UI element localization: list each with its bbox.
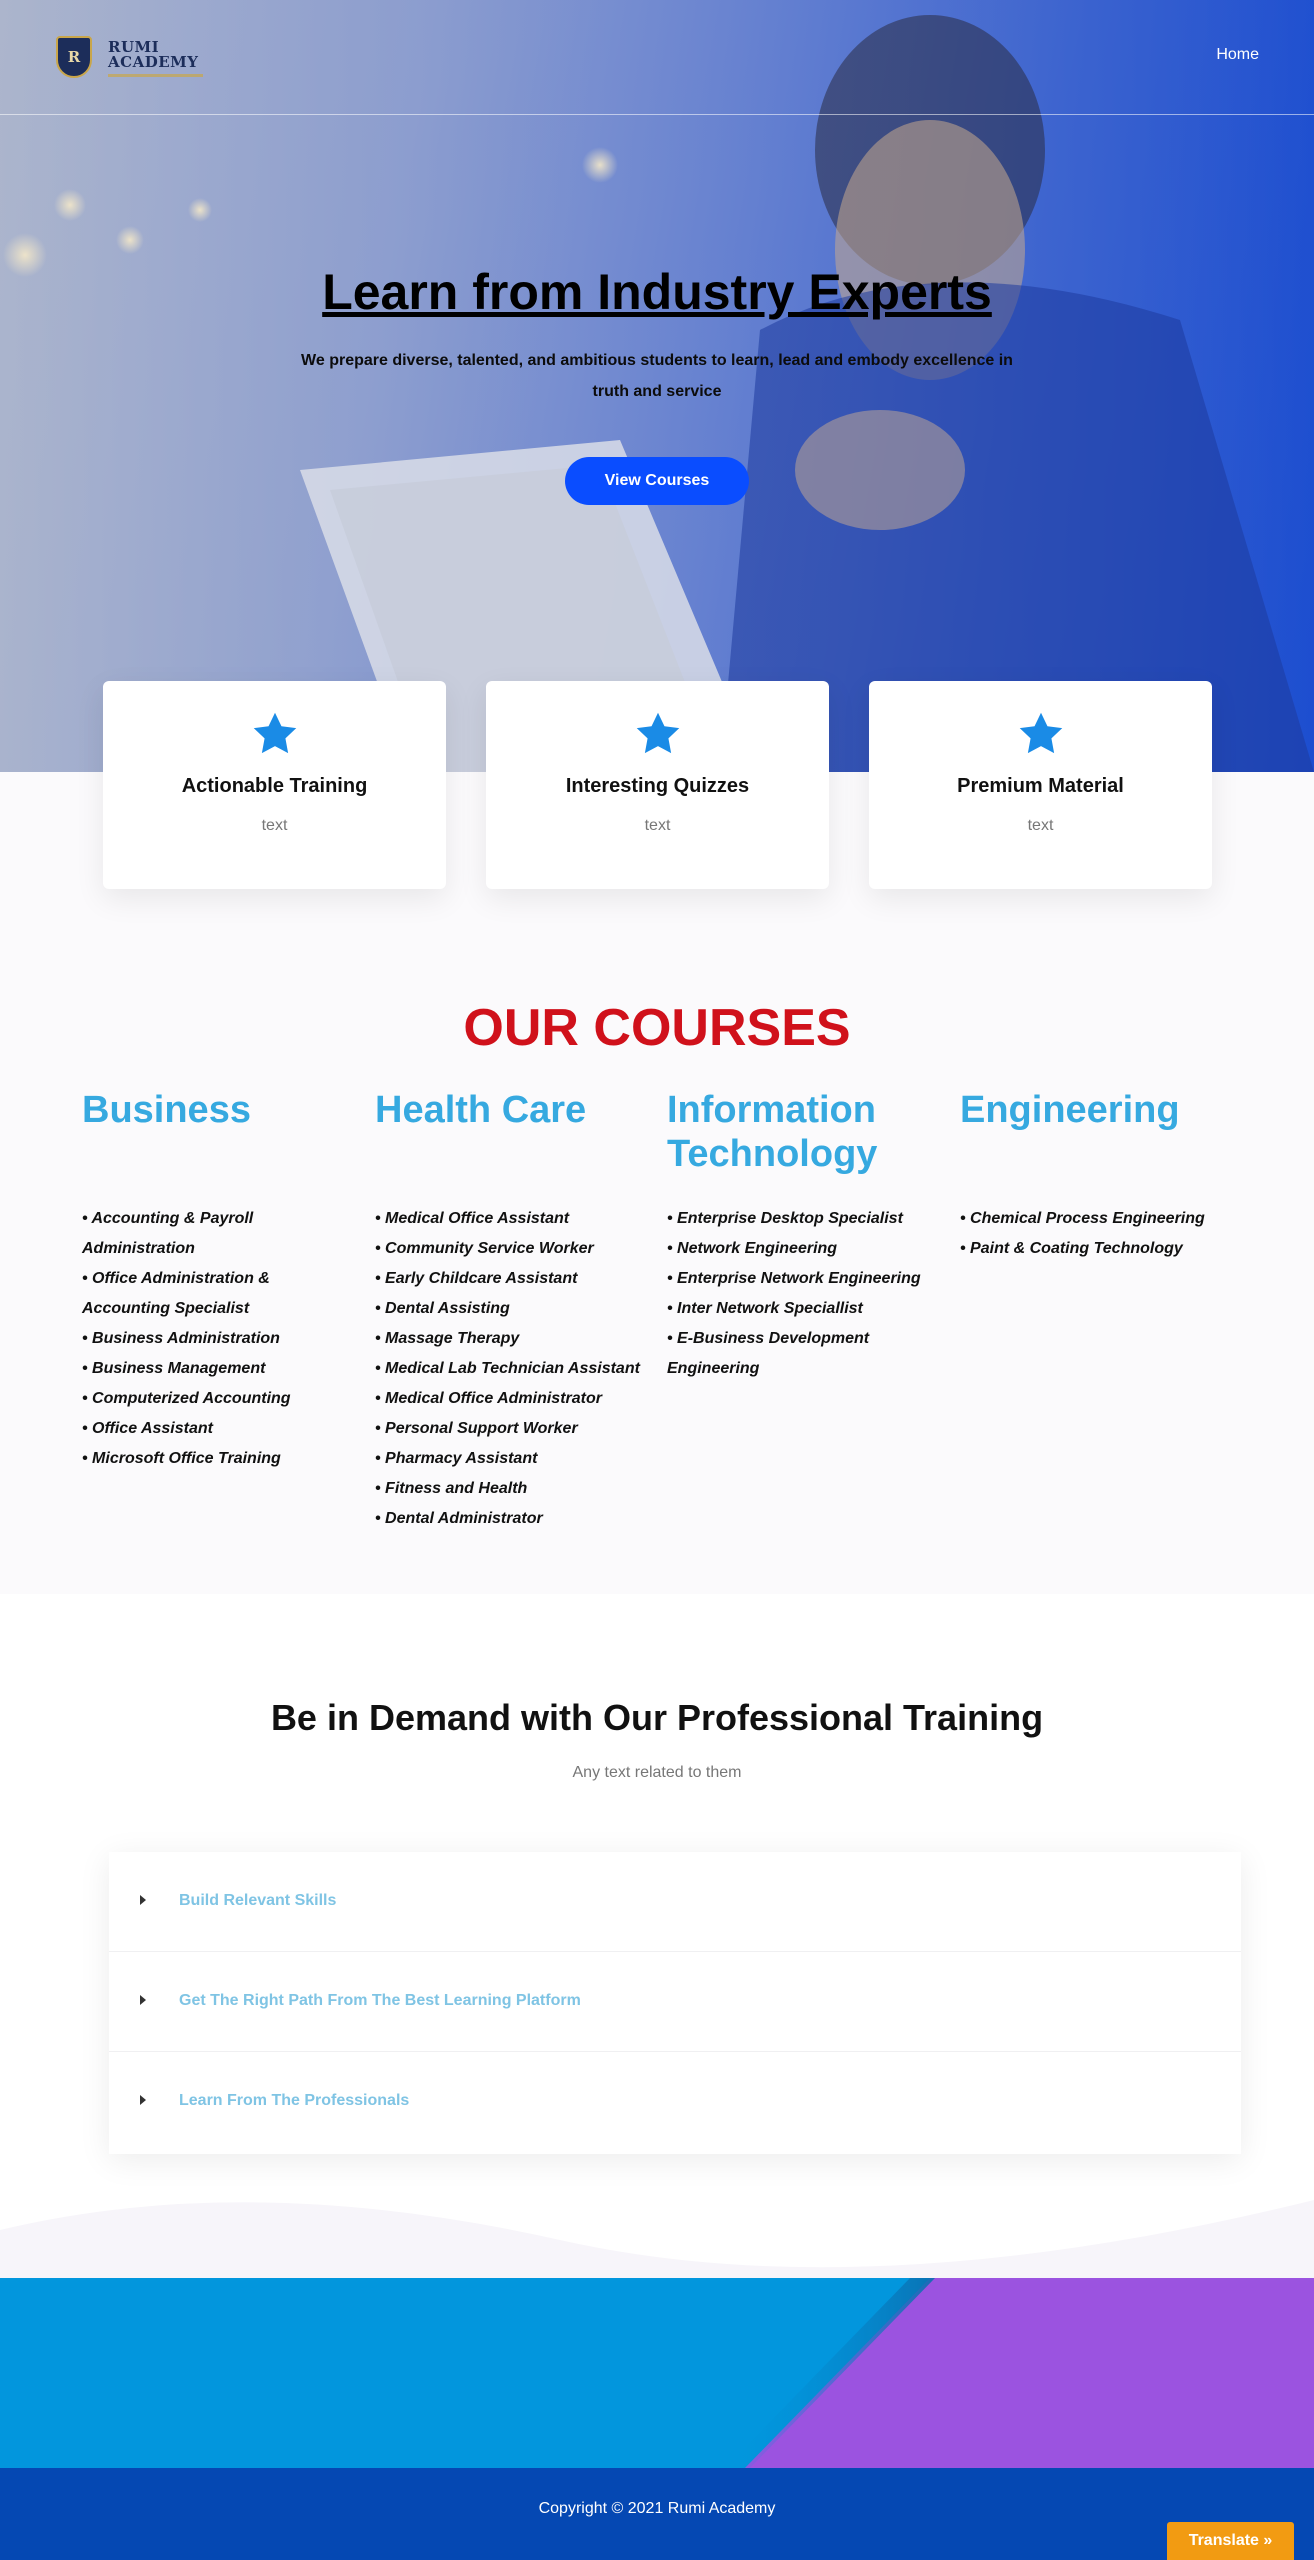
course-item: • Microsoft Office Training [82,1450,281,1467]
translate-button[interactable]: Translate » [1167,2522,1294,2560]
course-column-health-care: Health Care • Medical Office Assistant •… [375,1088,650,1534]
accordion-item-learn-from-professionals[interactable]: Learn From The Professionals [109,2052,1241,2152]
course-item: • E-Business Development Engineering [667,1330,870,1377]
demand-section-title: Be in Demand with Our Professional Train… [270,1697,1044,1738]
course-item: • Fitness and Health [375,1480,528,1497]
course-category-title: Engineering [960,1089,1180,1131]
course-column-business: Business • Accounting & Payroll Administ… [82,1088,357,1474]
feature-card-text: text [644,817,671,834]
course-item: • Accounting & Payroll Administration [82,1210,254,1257]
feature-card-actionable-training: Actionable Training text [103,681,446,889]
banner-diagonal-shape [725,2278,1314,2468]
nav-home-link[interactable]: Home [1216,46,1259,64]
course-item: • Early Childcare Assistant [375,1270,578,1287]
course-item: • Business Administration [82,1330,280,1347]
our-courses-heading: OUR COURSES [463,999,851,1057]
feature-card-text: text [1027,817,1054,834]
accordion-item-label: Build Relevant Skills [179,1892,337,1909]
course-category-title: Business [82,1089,251,1131]
course-item: • Enterprise Desktop Specialist [667,1210,903,1227]
course-item: • Medical Lab Technician Assistant [375,1360,640,1377]
course-column-information-technology: Information Technology • Enterprise Desk… [667,1088,942,1384]
course-category-title: Information Technology [667,1089,878,1175]
course-list: • Chemical Process Engineering • Paint &… [960,1204,1235,1264]
caret-right-icon [140,1895,146,1905]
feature-card-interesting-quizzes: Interesting Quizzes text [486,681,829,889]
course-item: • Medical Office Administrator [375,1390,602,1407]
hero-title: Learn from Industry Experts [322,264,992,320]
course-item: • Inter Network Speciallist [667,1300,863,1317]
rumi-academy-logo[interactable]: R RUMI ACADEMY [50,30,210,90]
feature-card-title: Actionable Training [181,775,368,797]
feature-card-text: text [261,817,288,834]
view-courses-button[interactable]: View Courses [565,457,749,505]
star-icon [1019,712,1063,754]
course-item: • Office Assistant [82,1420,213,1437]
course-category-title: Health Care [375,1089,587,1131]
hero-section: R RUMI ACADEMY Home Learn from Industry … [0,0,1314,772]
course-item: • Computerized Accounting [82,1390,291,1407]
accordion-item-label: Get The Right Path From The Best Learnin… [179,1992,581,2009]
top-navigation: R RUMI ACADEMY Home [0,0,1314,115]
accordion-item-right-path[interactable]: Get The Right Path From The Best Learnin… [109,1952,1241,2052]
caret-right-icon [140,2095,146,2105]
course-item: • Medical Office Assistant [375,1210,570,1227]
copyright-text: Copyright © 2021 Rumi Academy [538,2500,776,2517]
wave-divider [0,2200,1314,2280]
course-item: • Massage Therapy [375,1330,520,1347]
accordion-item-build-relevant-skills[interactable]: Build Relevant Skills [109,1852,1241,1952]
feature-card-title: Interesting Quizzes [565,775,750,797]
training-accordion: Build Relevant Skills Get The Right Path… [109,1852,1241,2154]
accordion-item-label: Learn From The Professionals [179,2092,410,2109]
course-list: • Accounting & Payroll Administration • … [82,1204,357,1474]
logo-text-line2: ACADEMY [108,53,199,71]
course-item: • Enterprise Network Engineering [667,1270,921,1287]
logo-underline [108,74,203,77]
course-item: • Chemical Process Engineering [960,1210,1205,1227]
color-banner [0,2278,1314,2468]
hero-subtitle: We prepare diverse, talented, and ambiti… [301,352,1013,400]
logo-shield-icon: R [56,36,92,78]
site-footer: Copyright © 2021 Rumi Academy [0,2468,1314,2560]
course-item: • Network Engineering [667,1240,838,1257]
star-icon [636,712,680,754]
course-item: • Pharmacy Assistant [375,1450,538,1467]
course-item: • Dental Assisting [375,1300,510,1317]
course-list: • Enterprise Desktop Specialist • Networ… [667,1204,942,1384]
course-column-engineering: Engineering • Chemical Process Engineeri… [960,1088,1235,1264]
feature-card-premium-material: Premium Material text [869,681,1212,889]
feature-card-title: Premium Material [957,775,1124,797]
course-item: • Business Management [82,1360,266,1377]
demand-section-subtitle: Any text related to them [572,1764,742,1781]
star-icon [253,712,297,754]
course-item: • Office Administration & Accounting Spe… [82,1270,270,1317]
course-list: • Medical Office Assistant • Community S… [375,1204,650,1534]
course-item: • Paint & Coating Technology [960,1240,1183,1257]
course-item: • Community Service Worker [375,1240,594,1257]
course-item: • Personal Support Worker [375,1420,578,1437]
caret-right-icon [140,1995,146,2005]
course-item: • Dental Administrator [375,1510,543,1527]
